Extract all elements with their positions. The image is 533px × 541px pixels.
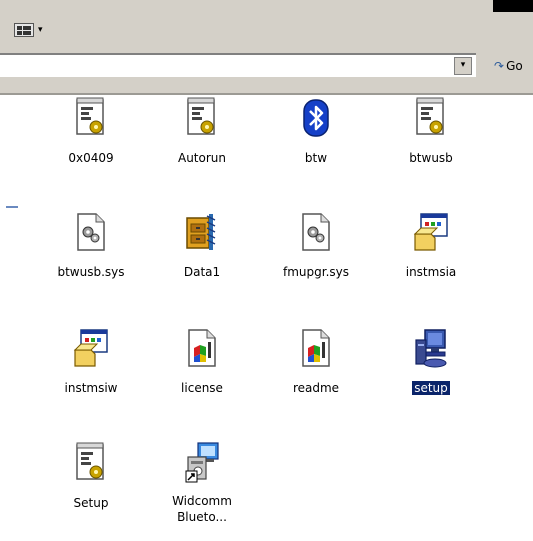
file-item[interactable]: btwusb.sys (36, 210, 146, 310)
scroll-marker (6, 206, 18, 208)
file-label: btw (261, 150, 371, 166)
file-item[interactable]: Autorun (147, 96, 257, 196)
file-item[interactable]: license (147, 326, 257, 426)
go-button[interactable]: ↷ Go (494, 56, 533, 76)
file-name: readme (292, 381, 340, 395)
file-name: fmupgr.sys (282, 265, 349, 279)
file-name: license (181, 381, 223, 395)
setup-computer-icon (413, 326, 449, 370)
file-item[interactable]: setup (376, 326, 486, 426)
file-label: instmsiw (36, 380, 146, 396)
rich-text-document-icon (184, 326, 220, 370)
config-settings-icon (184, 96, 220, 140)
file-label: 0x0409 (36, 150, 146, 166)
file-label-line: Blueto... (177, 510, 227, 524)
address-input[interactable] (0, 53, 476, 77)
system-file-icon (73, 210, 109, 254)
cabinet-archive-icon (184, 210, 220, 254)
file-item[interactable]: btwusb (376, 96, 486, 196)
config-settings-icon (73, 96, 109, 140)
file-label: Widcomm Blueto... (147, 493, 257, 525)
file-label: Data1 (147, 264, 257, 280)
window-edge (493, 0, 533, 12)
file-item[interactable]: readme (261, 326, 371, 426)
file-label: license (147, 380, 257, 396)
file-name: btw (304, 151, 328, 165)
toolbar: ▾ (0, 0, 533, 46)
views-button[interactable]: ▾ (14, 22, 48, 40)
file-label: Autorun (147, 150, 257, 166)
file-item[interactable]: Widcomm Blueto... (147, 441, 257, 541)
address-bar: ▾ ↷ Go (0, 46, 533, 95)
installer-icon (413, 210, 449, 254)
go-arrow-icon: ↷ (494, 59, 505, 73)
file-name: instmsiw (64, 381, 118, 395)
file-label: readme (261, 380, 371, 396)
file-item[interactable]: instmsia (376, 210, 486, 310)
file-item[interactable]: Data1 (147, 210, 257, 310)
system-file-icon (298, 210, 334, 254)
file-label: instmsia (376, 264, 486, 280)
file-label: Setup (36, 495, 146, 511)
bluetooth-icon (298, 96, 334, 140)
file-name: btwusb.sys (57, 265, 125, 279)
file-name: Autorun (177, 151, 226, 165)
address-dropdown-button[interactable]: ▾ (454, 57, 472, 75)
file-item[interactable]: Setup (36, 441, 146, 541)
file-item[interactable]: btw (261, 96, 371, 196)
file-name: btwusb (409, 151, 453, 165)
views-dropdown-icon: ▾ (38, 25, 43, 35)
file-name: setup (412, 381, 450, 395)
file-item[interactable]: 0x0409 (36, 96, 146, 196)
file-name: Setup (73, 496, 109, 510)
file-name: Data1 (183, 265, 221, 279)
views-icon (14, 23, 34, 37)
file-label: btwusb.sys (36, 264, 146, 280)
config-settings-icon (413, 96, 449, 140)
go-label: Go (506, 59, 523, 73)
shortcut-setup-icon (184, 441, 220, 485)
file-name: instmsia (405, 265, 457, 279)
file-label: btwusb (376, 150, 486, 166)
file-item[interactable]: fmupgr.sys (261, 210, 371, 310)
file-label: setup (376, 380, 486, 396)
file-item[interactable]: instmsiw (36, 326, 146, 426)
file-label-line: Widcomm (172, 494, 232, 508)
config-settings-icon (73, 441, 109, 485)
rich-text-document-icon (298, 326, 334, 370)
installer-icon (73, 326, 109, 370)
file-name: 0x0409 (68, 151, 114, 165)
file-label: fmupgr.sys (261, 264, 371, 280)
